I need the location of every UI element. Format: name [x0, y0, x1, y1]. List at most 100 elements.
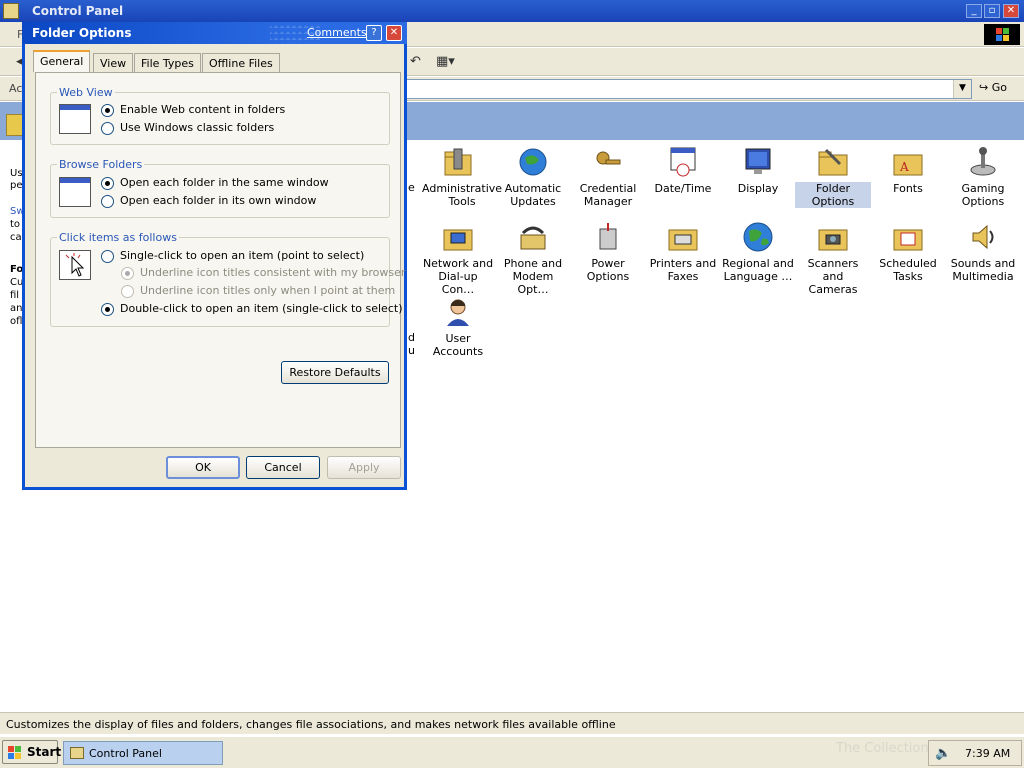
volume-icon[interactable]: 🔈 [935, 746, 951, 761]
item-label: Folder Options [795, 182, 871, 208]
radio-button[interactable] [101, 177, 114, 190]
date-time-icon [670, 147, 696, 177]
radio-button[interactable] [101, 104, 114, 117]
clock[interactable]: 7:39 AM [965, 747, 1010, 760]
item-scheduled-tasks[interactable]: Scheduled Tasks [870, 221, 946, 283]
click-items-title: Click items as follows [57, 231, 179, 244]
item-label: Administrative Tools [422, 182, 503, 208]
tab-offline-files[interactable]: Offline Files [202, 53, 280, 72]
item-credential-manager[interactable]: Credential Manager [570, 146, 646, 208]
go-label: Go [991, 81, 1007, 94]
credential-manager-icon [596, 151, 621, 165]
minimize-button[interactable]: _ [966, 4, 982, 18]
radio-label: Enable Web content in folders [120, 103, 286, 116]
views-icon[interactable]: ▦▾ [436, 54, 455, 69]
web-view-preview-icon [59, 104, 91, 134]
svg-text:A: A [899, 160, 909, 174]
item-automatic-updates[interactable]: Automatic Updates [495, 146, 571, 208]
radio-label: Double-click to open an item (single-cli… [120, 302, 403, 315]
taskbar: Start Control Panel The Collection Book … [0, 736, 1024, 768]
side-pane-text: fil [10, 290, 20, 301]
web-view-title: Web View [57, 86, 115, 99]
item-folder-options[interactable]: Folder Options [795, 146, 871, 208]
item-display[interactable]: Display [720, 146, 796, 195]
radio-label: Underline icon titles consistent with my… [140, 266, 406, 279]
control-panel-app-icon[interactable] [3, 3, 19, 19]
system-tray: 🔈 7:39 AM [928, 740, 1022, 766]
radio-button[interactable] [101, 195, 114, 208]
start-button[interactable]: Start [2, 740, 61, 764]
radio-label: Use Windows classic folders [120, 121, 275, 134]
close-button[interactable]: ✕ [1003, 4, 1019, 18]
side-pane-text: to [10, 219, 21, 230]
partial-item-label: d [408, 331, 415, 344]
item-label: Fonts [893, 182, 923, 195]
item-label: Display [737, 182, 779, 195]
partial-item-label: u [408, 344, 415, 357]
side-pane: Us pe Sw to ca Fo Cu fil an ofl [0, 140, 25, 400]
radio-label: Single-click to open an item (point to s… [120, 249, 365, 262]
maximize-button[interactable]: ▫ [984, 4, 1000, 18]
apply-button[interactable]: Apply [327, 456, 401, 479]
item-scanners-cameras[interactable]: Scanners and Cameras [795, 221, 871, 296]
control-panel-task-icon [70, 747, 84, 759]
network-icon [443, 229, 473, 251]
ok-button[interactable]: OK [166, 456, 240, 479]
radio-button[interactable] [101, 122, 114, 135]
help-button[interactable]: ? [366, 25, 382, 41]
item-regional-language[interactable]: Regional and Language … [720, 221, 796, 283]
tab-view[interactable]: View [93, 53, 134, 72]
cancel-button[interactable]: Cancel [246, 456, 320, 479]
restore-defaults-button[interactable]: Restore Defaults [281, 361, 389, 384]
general-tab-panel: Web View Enable Web content in folders U… [35, 72, 405, 448]
item-phone-modem[interactable]: Phone and Modem Opt… [495, 221, 571, 296]
item-date-time[interactable]: Date/Time [645, 146, 721, 195]
browse-folders-preview-icon [59, 177, 91, 207]
item-label: Automatic Updates [504, 182, 562, 208]
item-label: Sounds and Multimedia [950, 257, 1016, 283]
item-sounds-multimedia[interactable]: Sounds and Multimedia [945, 221, 1021, 283]
item-administrative-tools[interactable]: Administrative Tools [420, 146, 502, 208]
go-arrow-icon: ↪ [979, 81, 989, 94]
item-power-options[interactable]: Power Options [570, 221, 646, 283]
dialog-titlebar[interactable]: Folder Options Comments? ? ✕ [22, 22, 407, 44]
browse-folders-title: Browse Folders [57, 158, 145, 171]
item-fonts[interactable]: A Fonts [870, 146, 946, 195]
item-gaming-options[interactable]: Gaming Options [945, 146, 1021, 208]
dialog-title: Folder Options [32, 26, 132, 40]
taskbar-control-panel[interactable]: Control Panel [63, 741, 223, 765]
gaming-options-icon [970, 147, 996, 176]
item-network-dialup[interactable]: Network and Dial-up Con… [420, 221, 496, 296]
item-label: Network and Dial-up Con… [422, 257, 494, 296]
item-printers-faxes[interactable]: Printers and Faxes [645, 221, 721, 283]
radio-button[interactable] [101, 303, 114, 316]
side-pane-text: pe [10, 180, 23, 191]
power-options-icon [599, 223, 617, 250]
side-pane-text: Us [10, 168, 23, 179]
go-button[interactable]: ↪ Go [979, 81, 1007, 94]
comments-link[interactable]: Comments? [307, 26, 372, 39]
address-label: Ac [9, 82, 23, 95]
tab-general[interactable]: General [33, 50, 91, 72]
side-pane-text: ca [10, 232, 22, 243]
item-label: Regional and Language … [722, 257, 794, 283]
radio-label: Open each folder in the same window [120, 176, 329, 189]
address-dropdown-icon[interactable]: ▼ [953, 80, 971, 98]
side-pane-text: ofl [10, 316, 23, 327]
folder-options-icon [818, 148, 848, 176]
sounds-multimedia-icon [972, 224, 994, 250]
undo-icon[interactable]: ↶ [410, 54, 421, 69]
radio-label: Underline icon titles only when I point … [140, 284, 396, 297]
radio-button[interactable] [101, 250, 114, 263]
web-view-group: Web View Enable Web content in folders U… [50, 86, 390, 145]
dialog-close-button[interactable]: ✕ [386, 25, 402, 41]
item-label: Scanners and Cameras [807, 257, 859, 296]
click-items-group: Click items as follows Single-click to o… [50, 231, 405, 327]
mouse-cursor-icon [772, 194, 792, 216]
folder-options-dialog: Folder Options Comments? ? ✕ General Vie… [22, 22, 407, 490]
item-user-accounts[interactable]: User Accounts [420, 296, 496, 358]
item-label: Credential Manager [579, 182, 637, 208]
control-panel-titlebar: Control Panel _ ▫ ✕ [0, 0, 1024, 22]
tab-file-types[interactable]: File Types [134, 53, 201, 72]
phone-modem-icon [520, 226, 546, 250]
